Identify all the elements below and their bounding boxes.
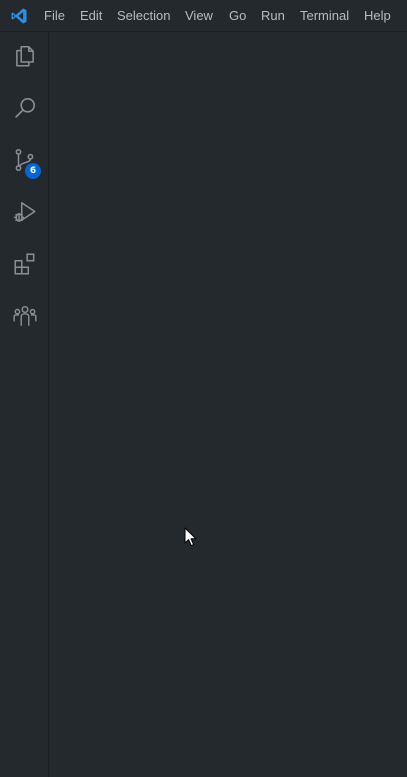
activity-item-search[interactable] <box>0 84 49 132</box>
menu-help[interactable]: Help <box>364 0 391 32</box>
menu-selection[interactable]: Selection <box>117 0 170 32</box>
menu-terminal[interactable]: Terminal <box>300 0 349 32</box>
activity-item-source-control[interactable]: 6 <box>0 136 49 184</box>
menu-file[interactable]: File <box>44 0 65 32</box>
activity-item-live-share[interactable] <box>0 292 49 340</box>
title-bar: File Edit Selection View Go Run Terminal… <box>0 0 407 32</box>
mouse-cursor-icon <box>184 527 197 547</box>
menu-edit[interactable]: Edit <box>80 0 102 32</box>
vscode-window: File Edit Selection View Go Run Terminal… <box>0 0 407 777</box>
activity-item-extensions[interactable] <box>0 240 49 288</box>
vscode-logo-icon[interactable] <box>10 7 28 25</box>
people-icon <box>12 305 37 326</box>
files-icon <box>15 46 34 67</box>
menu-go[interactable]: Go <box>229 0 246 32</box>
editor-area[interactable] <box>49 32 407 777</box>
extensions-icon <box>13 253 34 275</box>
run-debug-icon <box>13 202 36 222</box>
menu-run[interactable]: Run <box>261 0 285 32</box>
menu-view[interactable]: View <box>185 0 213 32</box>
activity-bar: 6 <box>0 32 49 777</box>
search-icon <box>14 97 35 118</box>
source-control-badge: 6 <box>25 163 41 179</box>
activity-item-run-debug[interactable] <box>0 188 49 236</box>
activity-item-explorer[interactable] <box>0 32 49 80</box>
